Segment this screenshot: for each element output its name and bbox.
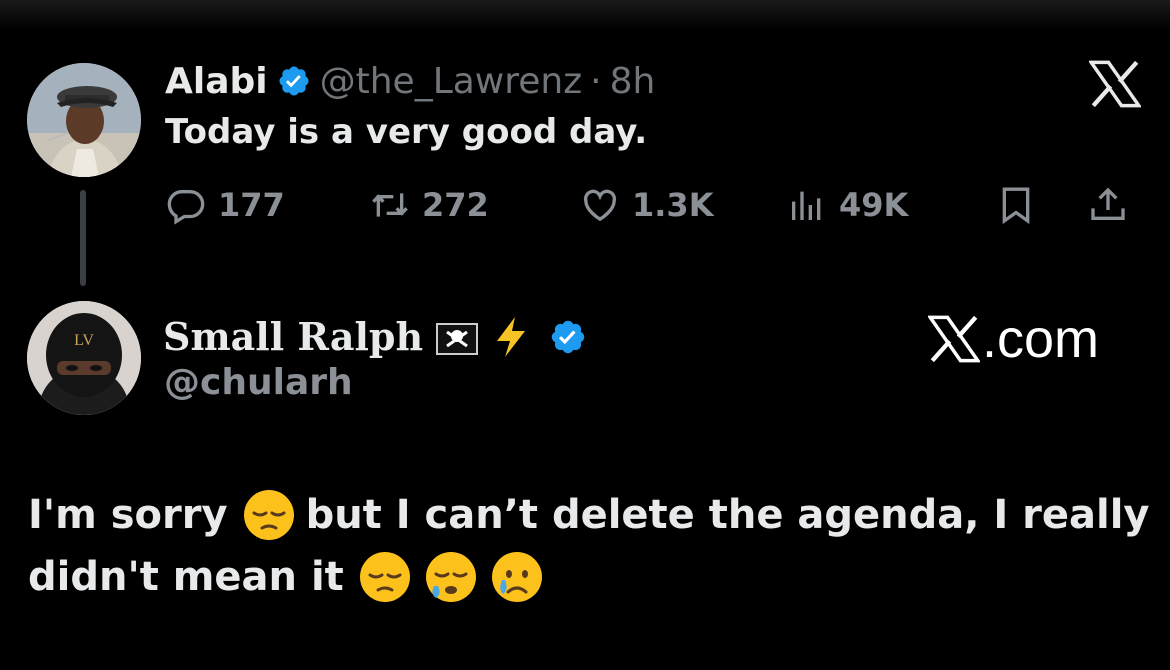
- views-icon: [792, 191, 821, 220]
- avatar-alabi[interactable]: [27, 63, 141, 177]
- tweet1-author-name[interactable]: Alabi: [165, 61, 268, 102]
- verified-badge-icon: [549, 318, 587, 356]
- tweet2-text: I'm sorry but I can’t delete the agenda,…: [28, 484, 1150, 608]
- lightning-icon: [493, 315, 529, 359]
- x-logo-icon[interactable]: [1087, 60, 1143, 108]
- repost-icon: [372, 193, 408, 217]
- views-count: 49K: [839, 186, 909, 224]
- pensive-face-icon: [242, 488, 296, 542]
- xcom-text: .com: [982, 309, 1100, 369]
- repost-button[interactable]: 272: [370, 183, 489, 227]
- tweet2-text-part-3: didn't mean it: [28, 554, 344, 600]
- pensive-face-icon: [358, 550, 412, 604]
- sleepy-face-icon: [424, 550, 478, 604]
- share-icon: [1091, 187, 1125, 220]
- tweet1-header: Alabi @the_Lawrenz · 8h: [165, 58, 655, 104]
- like-button[interactable]: 1.3K: [580, 183, 713, 227]
- repost-count: 272: [422, 186, 489, 224]
- avatar-small-ralph[interactable]: LV: [27, 301, 141, 415]
- bookmark-button[interactable]: [996, 183, 1036, 227]
- tweet2-line-2: didn't mean it: [28, 546, 1148, 608]
- reply-button[interactable]: 177: [166, 183, 285, 227]
- crying-face-icon: [490, 550, 544, 604]
- reply-icon: [167, 190, 205, 225]
- heart-icon: [583, 189, 617, 222]
- thread-connector-line: [80, 190, 86, 286]
- share-button[interactable]: [1088, 183, 1128, 227]
- xcom-watermark: .com: [928, 308, 1099, 370]
- top-strip: [0, 0, 1170, 30]
- x-logo-icon: [928, 315, 980, 363]
- verified-badge-icon: [277, 64, 311, 98]
- svg-text:LV: LV: [74, 332, 94, 349]
- like-count: 1.3K: [632, 186, 714, 224]
- tweet2-line-1: I'm sorry but I can’t delete the agenda,…: [28, 484, 1150, 546]
- tweet2-handle[interactable]: @chularh: [164, 362, 353, 403]
- views-button[interactable]: 49K: [787, 183, 908, 227]
- tweet1-handle[interactable]: @the_Lawrenz: [320, 61, 583, 102]
- tweet1-text: Today is a very good day.: [165, 112, 648, 152]
- tweet1-timestamp[interactable]: 8h: [610, 61, 656, 102]
- bookmark-icon: [1002, 187, 1030, 225]
- tweet2-author-row: Small Ralph: [163, 314, 587, 359]
- pirate-flag-icon: [435, 320, 479, 355]
- tweet2-text-part-1: I'm sorry: [28, 492, 228, 538]
- separator-dot: ·: [590, 60, 602, 102]
- reply-count: 177: [218, 186, 285, 224]
- tweet2-author-name[interactable]: Small Ralph: [163, 314, 423, 359]
- tweet2-text-part-2: but I can’t delete the agenda, I really: [305, 492, 1150, 538]
